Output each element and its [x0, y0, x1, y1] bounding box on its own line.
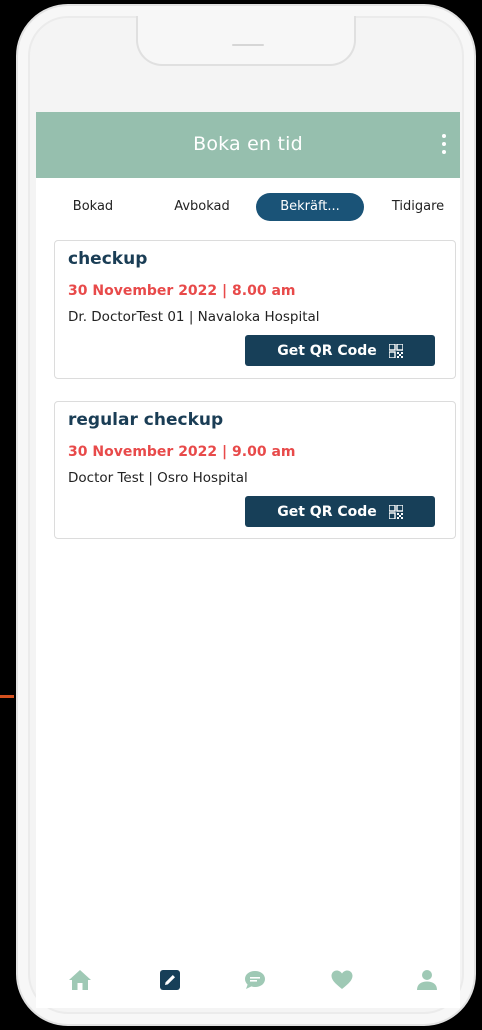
page-title: Boka en tid	[193, 133, 303, 155]
button-label: Get QR Code	[277, 503, 377, 520]
tab-bokad[interactable]: Bokad	[50, 193, 136, 221]
appointment-doctor-hospital: Dr. DoctorTest 01 | Navaloka Hospital	[68, 309, 320, 325]
tab-tidigare[interactable]: Tidigare	[382, 193, 454, 221]
phone-notch	[136, 16, 356, 66]
appointment-datetime: 30 November 2022 | 9.00 am	[68, 444, 296, 460]
accent-line	[0, 695, 14, 698]
user-icon[interactable]	[415, 968, 439, 992]
appointment-datetime: 30 November 2022 | 8.00 am	[68, 283, 296, 299]
qr-code-icon	[388, 504, 403, 519]
appointment-doctor-hospital: Doctor Test | Osro Hospital	[68, 470, 248, 486]
phone-frame: Boka en tid Bokad Avbokad Bekräft... Tid…	[16, 4, 476, 1026]
tab-bekraft[interactable]: Bekräft...	[256, 193, 364, 221]
qr-code-icon	[388, 343, 403, 358]
appointment-card: checkup 30 November 2022 | 8.00 am Dr. D…	[54, 240, 456, 379]
tab-avbokad[interactable]: Avbokad	[154, 193, 250, 221]
edit-icon[interactable]	[158, 968, 182, 992]
appointment-title: checkup	[68, 249, 148, 269]
app-screen: Boka en tid Bokad Avbokad Bekräft... Tid…	[36, 112, 460, 1008]
appointment-title: regular checkup	[68, 410, 224, 430]
appointment-card: regular checkup 30 November 2022 | 9.00 …	[54, 401, 456, 539]
speaker-grille	[232, 44, 264, 46]
app-bar: Boka en tid	[36, 112, 460, 178]
get-qr-code-button[interactable]: Get QR Code	[245, 335, 435, 366]
tab-bar: Bokad Avbokad Bekräft... Tidigare	[36, 178, 460, 236]
bottom-navigation	[36, 952, 460, 1008]
home-icon[interactable]	[68, 968, 92, 992]
get-qr-code-button[interactable]: Get QR Code	[245, 496, 435, 527]
button-label: Get QR Code	[277, 342, 377, 359]
chat-icon[interactable]	[243, 968, 267, 992]
heart-icon[interactable]	[330, 968, 354, 992]
more-vertical-icon[interactable]	[436, 132, 452, 158]
